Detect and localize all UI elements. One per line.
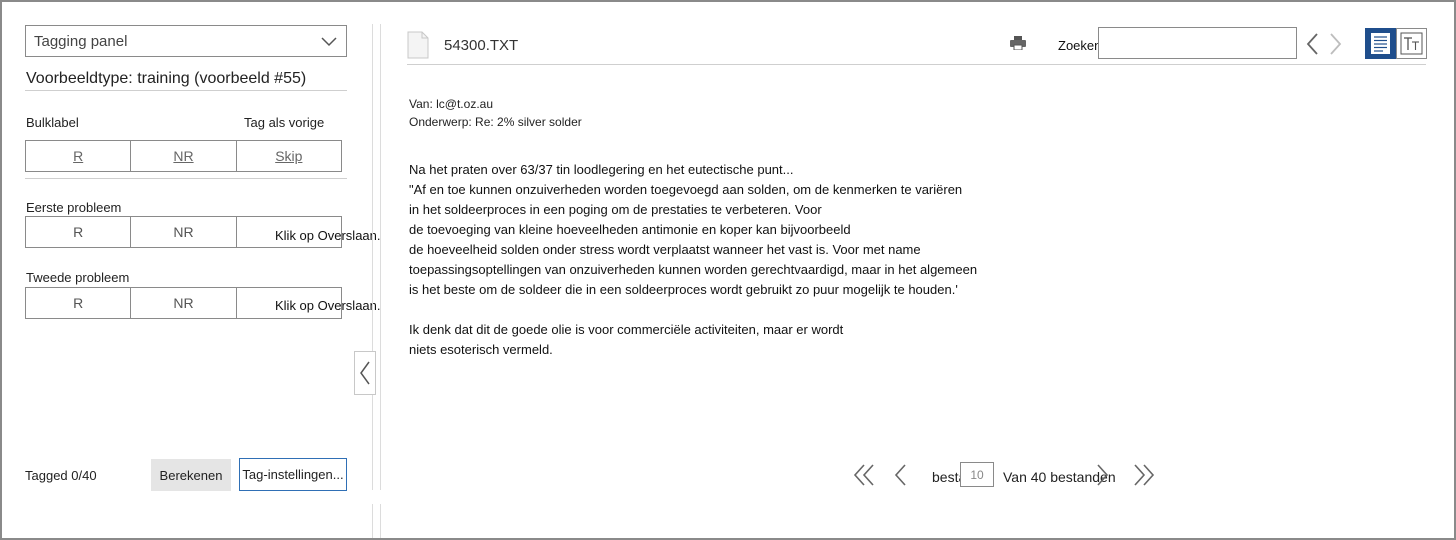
search-next-icon[interactable] <box>1327 32 1343 56</box>
first-problem-r-button[interactable]: R <box>26 217 132 247</box>
second-problem-skip-text: Klik op Overslaan. <box>275 298 381 313</box>
bulk-r-button[interactable]: R <box>26 141 132 171</box>
body-line: "Af en toe kunnen onzuiverheden worden t… <box>409 182 963 197</box>
body-line: Ik denk dat dit de goede olie is voor co… <box>409 322 844 337</box>
first-problem-label: Eerste probleem <box>26 200 122 215</box>
prev-page-icon[interactable] <box>893 463 907 487</box>
body-line: toepassingsoptellingen van onzuiverheden… <box>409 262 978 277</box>
body-line: in het soldeerproces in een poging om de… <box>409 202 822 217</box>
email-subject: Onderwerp: Re: 2% silver solder <box>409 115 582 129</box>
splitter-line <box>380 24 381 490</box>
tag-settings-button[interactable]: Tag-instellingen... <box>239 458 347 491</box>
collapse-panel-button[interactable] <box>354 351 376 395</box>
app-window: Tagging panel Voorbeeldtype: training (v… <box>0 0 1456 540</box>
divider <box>25 90 347 91</box>
second-problem-label: Tweede probleem <box>26 270 130 285</box>
panel-select-dropdown[interactable]: Tagging panel <box>25 25 347 57</box>
email-from: Van: lc@t.oz.au <box>409 97 493 111</box>
last-page-icon[interactable] <box>1133 463 1155 487</box>
splitter-line <box>372 24 373 490</box>
tag-as-previous-label: Tag als vorige <box>244 115 325 130</box>
splitter-line <box>372 504 373 538</box>
body-line: niets esoterisch vermeld. <box>409 342 553 357</box>
second-problem-r-button[interactable]: R <box>26 288 132 318</box>
chevron-down-icon <box>321 37 337 47</box>
bulk-label-heading: Bulklabel <box>26 115 79 130</box>
font-size-icon <box>1400 32 1423 55</box>
search-input[interactable] <box>1098 27 1297 59</box>
first-problem-nr-button[interactable]: NR <box>131 217 237 247</box>
bulk-nr-button[interactable]: NR <box>131 141 237 171</box>
printer-icon[interactable] <box>1010 36 1026 50</box>
splitter-line <box>380 504 381 538</box>
text-view-button[interactable] <box>1365 28 1396 59</box>
font-view-button[interactable] <box>1396 28 1427 59</box>
viewer-header-divider <box>407 64 1426 65</box>
first-page-icon[interactable] <box>853 463 875 487</box>
file-name: 54300.TXT <box>444 37 519 54</box>
first-problem-skip-text: Klik op Overslaan. <box>275 228 381 243</box>
page-number-input[interactable] <box>960 462 994 487</box>
example-type-heading: Voorbeeldtype: training (voorbeeld #55) <box>26 70 307 87</box>
chevron-left-icon <box>360 361 370 385</box>
file-icon <box>407 31 429 59</box>
body-line: is het beste om de soldeer die in een so… <box>409 282 958 297</box>
compute-button[interactable]: Berekenen <box>151 459 231 491</box>
bulk-skip-button[interactable]: Skip <box>236 141 341 171</box>
search-prev-icon[interactable] <box>1305 32 1321 56</box>
document-content: Van: lc@t.oz.au Onderwerp: Re: 2% silver… <box>409 95 1109 360</box>
text-view-icon <box>1371 33 1390 54</box>
second-problem-nr-button[interactable]: NR <box>131 288 237 318</box>
body-line: Na het praten over 63/37 tin loodlegerin… <box>409 162 794 177</box>
body-line: de toevoeging van kleine hoeveelheden an… <box>409 222 851 237</box>
bulk-label-buttons: R NR Skip <box>25 140 342 172</box>
next-page-icon[interactable] <box>1096 463 1110 487</box>
dropdown-label: Tagging panel <box>34 32 128 50</box>
tagged-status: Tagged 0/40 <box>25 468 97 483</box>
body-line: de hoeveelheid solden onder stress wordt… <box>409 242 921 257</box>
divider <box>25 178 347 179</box>
